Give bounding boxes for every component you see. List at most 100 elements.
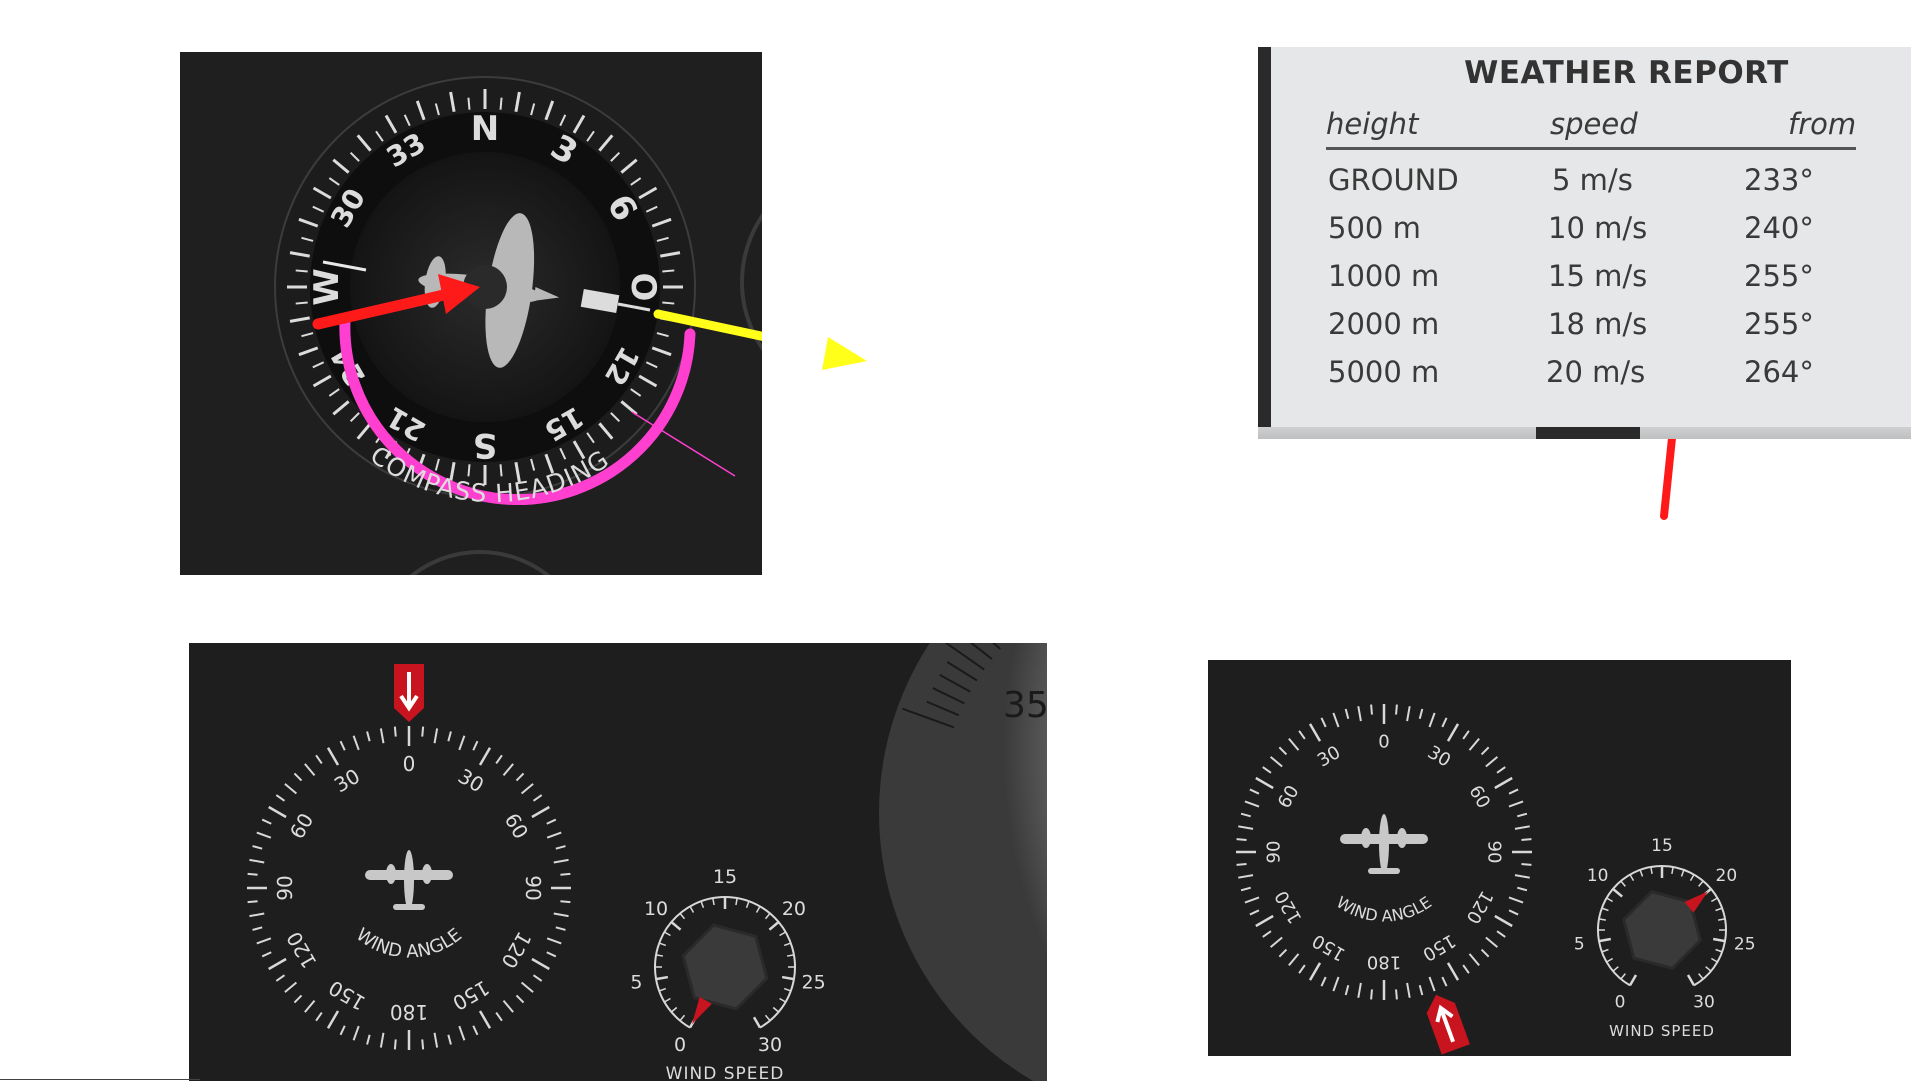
wind-angle-tick [1269, 936, 1283, 948]
wind-speed-tick [679, 912, 686, 920]
wind-angle-label: 150 [1419, 930, 1459, 965]
wind-angle-tick [1298, 730, 1306, 740]
wind-angle-tick [275, 974, 286, 982]
wind-speed-tick [1639, 869, 1644, 877]
cell-height: 5000 m [1328, 355, 1440, 389]
wind-speed-tick [655, 954, 664, 957]
wind-angle-tick [1262, 930, 1272, 938]
cell-height: 500 m [1328, 211, 1421, 245]
wind-speed-tick [783, 942, 792, 947]
wind-speed-tick [670, 921, 682, 931]
table-row: GROUND 5 m/s 233° [1258, 163, 1911, 207]
wind-angle-label: 120 [1462, 887, 1497, 927]
wind-speed-tick [700, 900, 705, 909]
wind-speed-tick [1629, 874, 1635, 882]
wind-angle-tick [1517, 812, 1528, 818]
wind-angle-tick [268, 957, 287, 971]
wind-speed-dial-2: 0 5 10 15 20 25 30 WIND SPEED [1574, 836, 1756, 1040]
wind-angle-tick [1320, 976, 1327, 987]
cell-from: 255° [1744, 259, 1814, 293]
wind-speed-tick [1698, 973, 1704, 980]
wind-speed-tick [1606, 897, 1614, 903]
wind-angle-tick [1236, 863, 1247, 866]
wind-speed-tick [781, 975, 795, 981]
wind-speed-tick [712, 897, 715, 906]
wind-angle-tick [1480, 948, 1490, 958]
wind-angle-tick [1485, 756, 1499, 768]
wind-speed-tick [1698, 880, 1704, 887]
wind-angle-tick [1521, 838, 1532, 841]
wind-angle-tick [247, 900, 258, 904]
wind-speed-tick [664, 997, 671, 1003]
wind-angle-tick [1406, 982, 1411, 998]
wind-speed-tick [779, 931, 786, 937]
wind-angle-tick [531, 805, 550, 819]
wind-speed-tick [1715, 948, 1723, 953]
wind-angle-tick [1344, 708, 1350, 719]
wind-angle-label: 150 [324, 975, 369, 1015]
wind-speed-tick [768, 921, 780, 931]
wind-angle-dial-2: 0 306090120150180150120906030WIND ANGLE [1236, 704, 1532, 1055]
wind-instrument-2-svg: 0 306090120150180150120906030WIND ANGLE 0… [1236, 704, 1756, 1055]
wind-angle-tick [1521, 863, 1532, 866]
wind-angle-tick [1406, 706, 1411, 722]
wind-angle-tick [339, 740, 346, 751]
wind-angle-tick [1269, 756, 1283, 768]
wind-angle-tick [1468, 737, 1480, 751]
wind-angle-tick [555, 845, 566, 850]
table-row: 500 m 10 m/s 240° [1258, 211, 1911, 255]
wind-angle-tick [433, 728, 439, 744]
wind-angle-label: 60 [1274, 782, 1304, 812]
wind-angle-tick [472, 740, 479, 751]
wind-speed-tick [1710, 957, 1718, 963]
wind-angle-tick [1496, 930, 1506, 938]
wind-angle-tick [1308, 962, 1322, 981]
wind-speed-caption: WIND SPEED [666, 1064, 785, 1081]
wind-angle-label: 60 [285, 809, 319, 843]
wind-speed-caption: WIND SPEED [1609, 1022, 1715, 1040]
wind-speed-tick [764, 912, 771, 920]
wind-angle-tick [472, 1025, 479, 1036]
wind-angle-tick [1288, 737, 1300, 751]
wind-speed-tick [1689, 874, 1695, 882]
wind-angle-dial-1: 0 306090120150180150120906030WIND ANGLE [247, 664, 571, 1050]
wind-angle-tick [1508, 800, 1524, 808]
wind-speed-tick [1705, 966, 1712, 972]
wind-angle-tick [252, 926, 263, 931]
wind-angle-tick [315, 754, 323, 765]
wind-angle-tick [261, 818, 272, 825]
wind-angle-tick [1485, 936, 1499, 948]
weather-panel-tab[interactable] [1536, 427, 1640, 439]
wind-angle-tick [478, 1010, 492, 1029]
wind-angle-tick [247, 872, 258, 876]
wind-angle-tick [560, 900, 571, 904]
wind-angle-tick [249, 912, 265, 918]
wind-speed-tick [655, 975, 669, 981]
wind-speed-tick [735, 897, 738, 906]
wind-angle-tick [304, 999, 316, 1013]
wind-angle-tick [1462, 730, 1470, 740]
wind-angle-tick [352, 1025, 360, 1041]
wind-angle-tick [532, 974, 543, 982]
wind-speed-tick [1710, 897, 1718, 903]
cell-height: 2000 m [1328, 307, 1440, 341]
wind-speed-tick [1671, 866, 1674, 874]
cell-from: 240° [1744, 211, 1814, 245]
wind-angle-label: 30 [454, 764, 488, 798]
wind-angle-tick [458, 735, 466, 751]
wind-angle-tick [1508, 896, 1524, 904]
wind-instrument-panel-1: 35 0 30 60 90 120 150 180 150 120 90 60 30 WIND ANGL… [189, 643, 1047, 1081]
wind-angle-tick [1446, 723, 1460, 742]
wind-angle-tick [366, 1034, 371, 1045]
wind-angle-label: 90 [273, 875, 297, 900]
airplane-icon [365, 850, 453, 910]
weather-report-panel: WEATHER REPORT height speed from GROUND … [1258, 47, 1911, 439]
wind-speed-knob[interactable] [681, 923, 769, 1011]
wind-angle-label: 180 [1367, 952, 1401, 973]
wind-angle-tick [1240, 886, 1251, 892]
wind-angle-label: 0 [1378, 732, 1389, 753]
wind-speed-dial-1: 0 5 10 15 20 25 30 WIND SPEED [630, 866, 825, 1081]
wind-angle-tick [421, 726, 425, 737]
wind-angle-tick [366, 731, 371, 742]
wind-angle-tick [1508, 909, 1519, 916]
